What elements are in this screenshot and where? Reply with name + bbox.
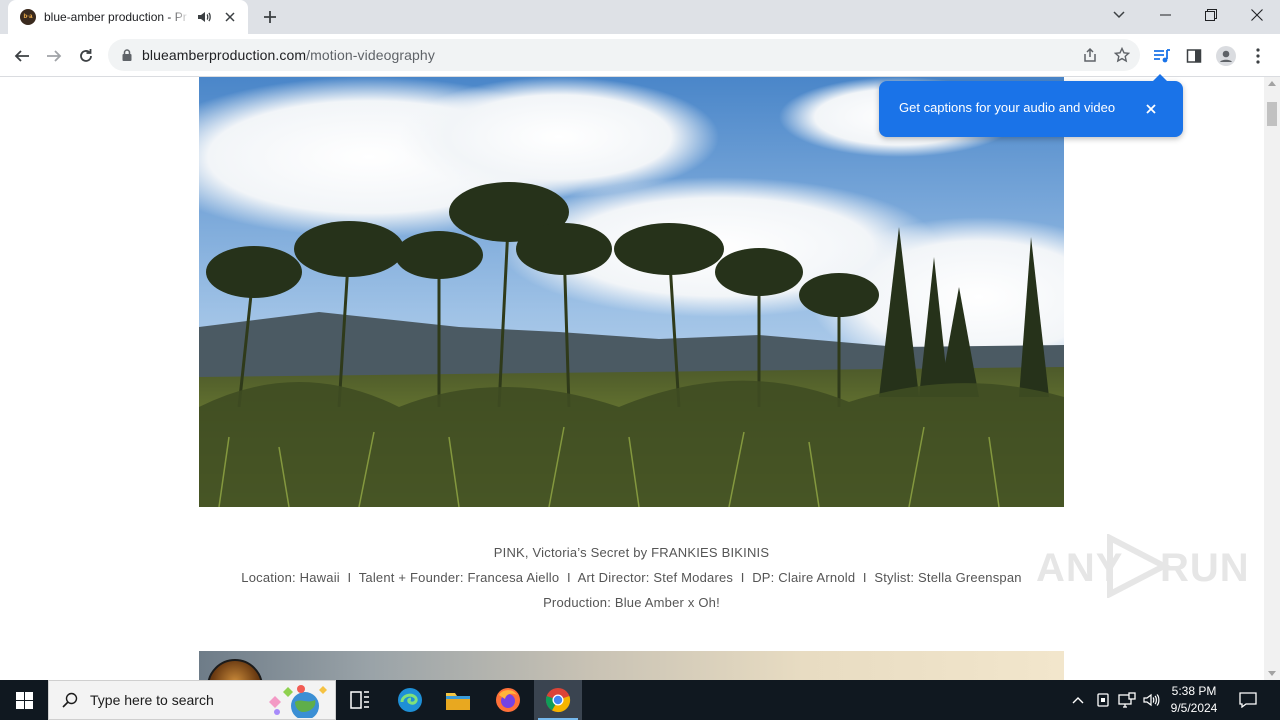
show-hidden-icons-icon[interactable] xyxy=(1068,680,1088,720)
watermark-text-right: RUN xyxy=(1160,546,1250,590)
edge-browser-icon[interactable] xyxy=(386,680,434,720)
tab-search-icon[interactable] xyxy=(1096,0,1142,30)
channel-avatar[interactable] xyxy=(207,659,263,680)
task-view-icon[interactable] xyxy=(336,680,384,720)
bubble-text: Get captions for your audio and video xyxy=(899,100,1116,115)
lock-icon[interactable] xyxy=(120,48,134,62)
search-icon xyxy=(62,692,78,708)
next-video-player[interactable] xyxy=(199,651,1064,680)
restore-button[interactable] xyxy=(1188,0,1234,30)
network-icon[interactable] xyxy=(1116,680,1138,720)
url-path: /motion-videography xyxy=(306,47,435,63)
file-explorer-icon[interactable] xyxy=(434,680,482,720)
minimize-button[interactable] xyxy=(1142,0,1188,30)
browser-tab[interactable]: b·a blue-amber production - Pr xyxy=(8,0,248,34)
site-favicon-icon: b·a xyxy=(20,9,36,25)
search-highlight-icon xyxy=(269,685,327,718)
clock-time: 5:38 PM xyxy=(1171,684,1217,698)
close-window-button[interactable] xyxy=(1234,0,1280,30)
credits-details: Location: Hawaii I Talent + Founder: Fra… xyxy=(241,570,1022,585)
page-scrollbar[interactable] xyxy=(1264,77,1280,680)
back-button[interactable] xyxy=(8,42,36,70)
bookmark-star-icon[interactable] xyxy=(1111,44,1133,66)
scroll-up-arrow-icon[interactable] xyxy=(1268,81,1276,86)
browser-toolbar: blueamberproduction.com/motion-videograp… xyxy=(0,34,1280,77)
firefox-icon[interactable] xyxy=(484,680,532,720)
volume-icon[interactable] xyxy=(1140,680,1162,720)
profile-avatar-icon[interactable] xyxy=(1212,42,1240,70)
url-text[interactable]: blueamberproduction.com/motion-videograp… xyxy=(142,47,435,63)
more-menu-icon[interactable] xyxy=(1244,42,1272,70)
new-tab-button[interactable] xyxy=(258,7,282,27)
windows-taskbar: Type here to search 5:38 PM 9/5/2024 xyxy=(0,680,1280,720)
close-bubble-icon[interactable] xyxy=(1141,99,1161,119)
credits-production: Production: Blue Amber x Oh! xyxy=(543,595,720,610)
address-bar[interactable]: blueamberproduction.com/motion-videograp… xyxy=(108,39,1140,71)
reload-button[interactable] xyxy=(72,42,100,70)
notifications-icon[interactable] xyxy=(1232,680,1264,720)
media-controls-icon[interactable] xyxy=(1148,42,1176,70)
live-caption-promo-bubble: Get captions for your audio and video xyxy=(879,74,1183,137)
scrollbar-thumb[interactable] xyxy=(1267,102,1277,126)
close-tab-icon[interactable] xyxy=(222,9,238,25)
share-icon[interactable] xyxy=(1079,44,1101,66)
anyrun-watermark: ANY RUN xyxy=(1036,534,1249,598)
system-clock[interactable]: 5:38 PM 9/5/2024 xyxy=(1162,683,1226,717)
side-panel-icon[interactable] xyxy=(1180,42,1208,70)
video-player[interactable] xyxy=(199,77,1064,507)
search-placeholder: Type here to search xyxy=(90,692,214,708)
credits-title: PINK, Victoria’s Secret by FRANKIES BIKI… xyxy=(493,545,770,560)
forward-button[interactable] xyxy=(40,42,68,70)
scroll-down-arrow-icon[interactable] xyxy=(1268,671,1276,676)
taskbar-search-box[interactable]: Type here to search xyxy=(48,680,336,720)
chrome-icon[interactable] xyxy=(534,680,582,720)
speaker-icon[interactable] xyxy=(196,9,212,25)
meet-now-icon[interactable] xyxy=(1092,680,1114,720)
start-button[interactable] xyxy=(0,680,48,720)
tab-title: blue-amber production - Pr xyxy=(44,10,187,24)
windows-logo-icon xyxy=(15,691,33,709)
clock-date: 9/5/2024 xyxy=(1170,701,1218,715)
page-viewport: PINK, Victoria’s Secret by FRANKIES BIKI… xyxy=(0,77,1264,680)
tab-strip: b·a blue-amber production - Pr xyxy=(0,0,1280,34)
video-frame-landscape xyxy=(199,77,1064,507)
url-domain: blueamberproduction.com xyxy=(142,47,307,63)
